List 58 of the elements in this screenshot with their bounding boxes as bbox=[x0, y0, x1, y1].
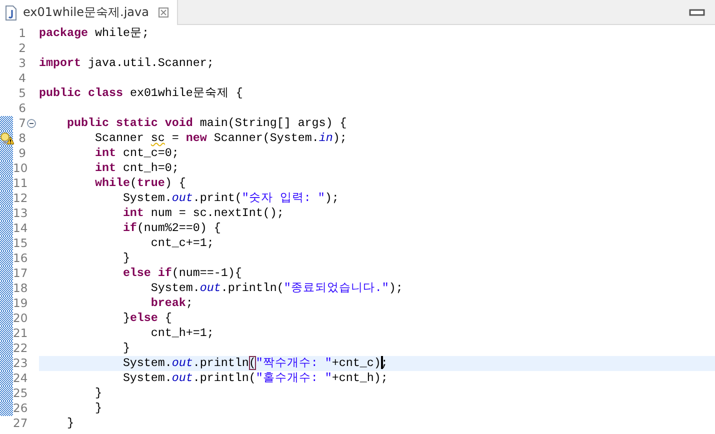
line-number: 26 bbox=[13, 401, 26, 416]
close-icon[interactable] bbox=[158, 7, 169, 18]
line-number: 3 bbox=[18, 56, 26, 71]
line-number: 15 bbox=[13, 236, 26, 251]
code-line: import java.util.Scanner; bbox=[39, 56, 214, 71]
code-line: int cnt_c=0; bbox=[94, 146, 179, 161]
code-line: cnt_c+=1; bbox=[150, 236, 214, 251]
line-number: 16 bbox=[13, 251, 26, 266]
code-line: int cnt_h=0; bbox=[94, 161, 179, 176]
code-line: break; bbox=[150, 296, 193, 311]
code-line: } bbox=[94, 386, 102, 401]
code-line: System.out.println("종료되었습니다."); bbox=[150, 281, 403, 296]
line-number: 14 bbox=[13, 221, 26, 236]
code-line: cnt_h+=1; bbox=[150, 326, 214, 341]
code-line: System.out.println("홀수개수: "+cnt_h); bbox=[122, 371, 388, 386]
line-number: 2 bbox=[18, 41, 26, 56]
line-number: 25 bbox=[13, 386, 26, 401]
line-number: 10 bbox=[13, 161, 26, 176]
code-line: Scanner sc = new Scanner(System.in); bbox=[94, 131, 347, 146]
line-number: 5 bbox=[18, 86, 26, 101]
line-number: 22 bbox=[13, 341, 26, 356]
code-line: } bbox=[66, 416, 74, 431]
code-line: System.out.println("짝수개수: "+cnt_c); bbox=[122, 356, 388, 371]
editor-tab[interactable]: ex01while문숙제.java bbox=[0, 0, 178, 25]
line-number: 4 bbox=[18, 71, 26, 86]
code-line: package while문; bbox=[39, 26, 149, 41]
tab-title: ex01while문숙제.java bbox=[23, 4, 149, 21]
java-file-icon bbox=[4, 4, 18, 20]
code-line: } bbox=[94, 401, 102, 416]
line-number: 27 bbox=[13, 416, 26, 431]
line-number: 23 bbox=[13, 356, 26, 371]
line-number: 19 bbox=[13, 296, 26, 311]
line-number: 6 bbox=[18, 101, 26, 116]
minimize-icon[interactable] bbox=[689, 8, 705, 16]
line-number: 13 bbox=[13, 206, 26, 221]
line-number: 18 bbox=[13, 281, 26, 296]
code-line: } bbox=[122, 251, 130, 266]
code-line: System.out.print("숫자 입력: "); bbox=[122, 191, 339, 206]
line-number: 1 bbox=[18, 26, 26, 41]
code-line: } bbox=[122, 341, 130, 356]
collapse-icon[interactable] bbox=[27, 119, 36, 128]
line-number: 12 bbox=[13, 191, 26, 206]
code-line: public static void main(String[] args) { bbox=[66, 116, 347, 131]
line-number: 8 bbox=[18, 131, 26, 146]
line-number: 24 bbox=[13, 371, 26, 386]
text-cursor bbox=[380, 356, 383, 370]
line-number: 11 bbox=[13, 176, 26, 191]
code-line: if(num%2==0) { bbox=[122, 221, 221, 236]
code-line: while(true) { bbox=[94, 176, 186, 191]
code-line: else if(num==-1){ bbox=[122, 266, 242, 281]
line-number: 17 bbox=[13, 266, 26, 281]
code-line: int num = sc.nextInt(); bbox=[122, 206, 284, 221]
line-number: 20 bbox=[13, 311, 26, 326]
line-number: 9 bbox=[18, 146, 26, 161]
code-line: public class ex01while문숙제 { bbox=[39, 86, 243, 101]
line-number: 7 bbox=[18, 116, 26, 131]
code-line: }else { bbox=[122, 311, 172, 326]
line-number: 21 bbox=[13, 326, 26, 341]
